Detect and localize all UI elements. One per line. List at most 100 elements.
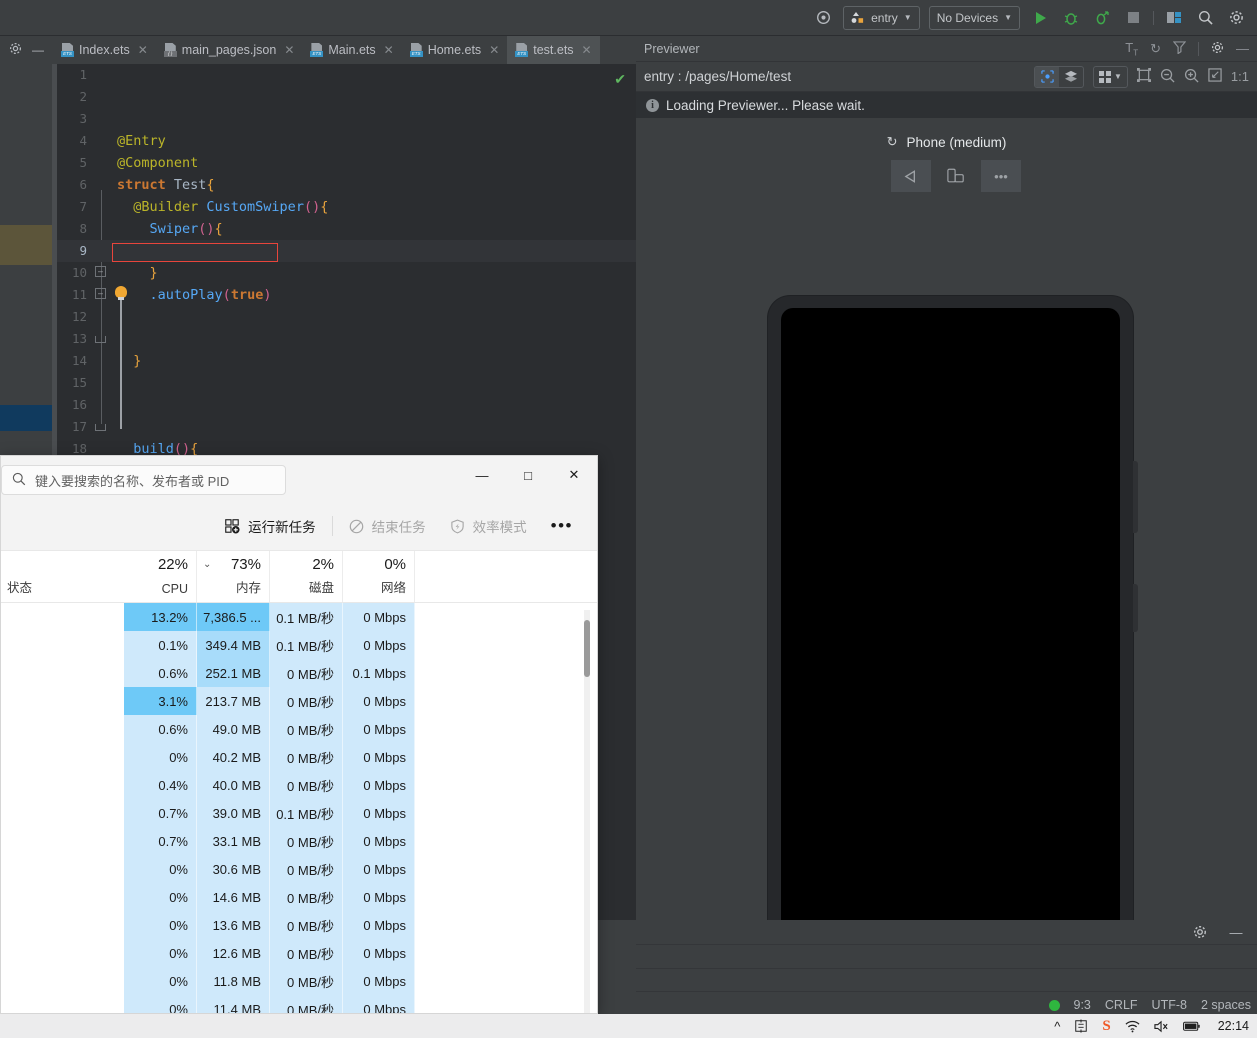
table-row[interactable]: 0.7% 39.0 MB 0.1 MB/秒 0 Mbps [1,799,597,827]
run-new-task-button[interactable]: 运行新任务 [213,511,328,541]
table-vertical-scrollbar[interactable] [584,610,590,1013]
close-button[interactable]: ✕ [551,456,597,494]
orientation-icon[interactable] [936,160,976,192]
ime-icon[interactable] [1074,1019,1088,1033]
inspector-icon[interactable] [1035,66,1059,87]
close-icon[interactable]: ✕ [582,43,592,57]
volume-muted-icon[interactable] [1154,1020,1169,1033]
cell-filler [415,743,597,771]
gear-icon[interactable] [1189,921,1211,943]
table-row[interactable]: 0.1% 349.4 MB 0.1 MB/秒 0 Mbps [1,631,597,659]
table-row[interactable]: 3.1% 213.7 MB 0 MB/秒 0 Mbps [1,687,597,715]
chevron-up-icon[interactable]: ^ [1054,1019,1060,1034]
cell-cpu: 0.7% [124,799,197,827]
gear-icon[interactable] [1211,41,1224,57]
layers-icon[interactable] [1059,67,1083,87]
task-manager-search[interactable]: 键入要搜索的名称、发布者或 PID [1,465,286,495]
select-frame-icon[interactable] [1136,68,1151,85]
efficiency-mode-button[interactable]: 效率模式 [438,511,539,541]
table-body[interactable]: 13.2% 7,386.5 ... 0.1 MB/秒 0 Mbps 0.1% 349.4 … [1,603,597,1013]
table-row[interactable]: 0% 11.8 MB 0 MB/秒 0 Mbps [1,967,597,995]
task-manager-window[interactable]: 键入要搜索的名称、发布者或 PID — □ ✕ 运行新任务 结束任务 效率模式 … [0,455,598,1014]
more-options-button[interactable]: ••• [539,516,585,536]
stop-icon[interactable] [1122,7,1144,29]
zoom-level-label[interactable]: 1:1 [1231,69,1249,84]
profile-icon[interactable] [1091,7,1113,29]
settings-icon[interactable] [1225,7,1247,29]
maximize-button[interactable]: □ [505,456,551,494]
table-row[interactable]: 0.6% 49.0 MB 0 MB/秒 0 Mbps [1,715,597,743]
hide-panel-icon[interactable]: — [32,43,44,57]
previewer-canvas[interactable]: ↻ Phone (medium) ••• [636,118,1257,946]
close-icon[interactable]: ✕ [489,43,499,57]
search-icon[interactable] [1194,7,1216,29]
task-manager-table[interactable]: 状态 22% CPU ⌄ 73% 内存 2% 磁盘 0% 网络 13.2% 7,… [1,550,597,1013]
line-separator[interactable]: CRLF [1105,998,1138,1012]
editor-tab-home-ets[interactable]: ETS Home.ets ✕ [402,36,508,64]
table-row[interactable]: 0% 30.6 MB 0 MB/秒 0 Mbps [1,855,597,883]
table-row[interactable]: 0.4% 40.0 MB 0 MB/秒 0 Mbps [1,771,597,799]
caret-position[interactable]: 9:3 [1074,998,1091,1012]
table-row[interactable]: 0% 14.6 MB 0 MB/秒 0 Mbps [1,883,597,911]
table-row[interactable]: 0% 13.6 MB 0 MB/秒 0 Mbps [1,911,597,939]
close-icon[interactable]: ✕ [284,43,294,57]
column-header-network[interactable]: 0% 网络 [343,551,415,602]
code-text: @Entry [117,133,166,149]
minimize-button[interactable]: — [459,456,505,494]
minimize-icon[interactable]: — [1225,921,1247,943]
battery-icon[interactable] [1182,1021,1200,1032]
editor-tab-main-ets[interactable]: ETS Main.ets ✕ [302,36,401,64]
column-header-state[interactable]: 状态 [1,551,124,602]
rotate-left-icon[interactable] [891,160,931,192]
column-label: 网络 [380,581,406,595]
task-manager-titlebar[interactable]: 键入要搜索的名称、发布者或 PID — □ ✕ [1,456,597,502]
refresh-icon[interactable]: ↻ [1150,41,1161,57]
indent-setting[interactable]: 2 spaces [1201,998,1251,1012]
run-icon[interactable] [1029,7,1051,29]
close-icon[interactable]: ✕ [138,43,148,57]
device-manager-icon[interactable] [1163,7,1185,29]
zoom-in-icon[interactable] [1184,68,1199,86]
close-icon[interactable]: ✕ [384,43,394,57]
end-task-button[interactable]: 结束任务 [337,511,438,541]
scrollbar-thumb[interactable] [584,620,590,677]
column-header-cpu[interactable]: 22% CPU [124,551,197,602]
project-settings-icon[interactable] [9,42,22,58]
table-row[interactable]: 0% 40.2 MB 0 MB/秒 0 Mbps [1,743,597,771]
editor-tab-main-pages-json[interactable]: { } main_pages.json ✕ [156,36,303,64]
refresh-icon[interactable]: ↻ [887,134,898,150]
filter-icon[interactable] [1172,40,1187,57]
cell-cpu: 0.7% [124,827,197,855]
column-header-memory[interactable]: ⌄ 73% 内存 [197,551,270,602]
minimize-icon[interactable]: — [1236,41,1249,56]
table-row[interactable]: 0.7% 33.1 MB 0 MB/秒 0 Mbps [1,827,597,855]
previewer-mode-toggle[interactable] [1034,65,1084,88]
table-row[interactable]: 0% 11.4 MB 0 MB/秒 0 Mbps [1,995,597,1013]
file-encoding[interactable]: UTF-8 [1152,998,1187,1012]
grid-layout-icon [1099,70,1111,83]
action-label: 结束任务 [371,520,426,535]
editor-tab-test-ets[interactable]: ETS test.ets ✕ [507,36,600,64]
table-row[interactable]: 0.6% 252.1 MB 0 MB/秒 0.1 Mbps [1,659,597,687]
layout-selector[interactable]: ▼ [1093,65,1128,88]
debug-icon[interactable] [1060,7,1082,29]
taskbar-clock[interactable]: 22:14 [1214,1019,1249,1033]
editor-tab-index-ets[interactable]: ETS Index.ets ✕ [53,36,156,64]
code-line-active[interactable]: 9 [57,240,636,262]
previewer-panel: Previewer TT ↻ — entry : /pages/Home/tes… [636,36,1257,946]
table-row[interactable]: 0% 12.6 MB 0 MB/秒 0 Mbps [1,939,597,967]
run-configuration-selector[interactable]: entry ▼ [843,5,920,30]
more-icon[interactable]: ••• [981,160,1021,192]
sogou-icon[interactable]: S [1102,1018,1110,1035]
device-screen[interactable] [781,308,1120,946]
zoom-out-icon[interactable] [1160,68,1175,86]
cell-filler [415,771,597,799]
wifi-icon[interactable] [1125,1020,1140,1033]
table-row[interactable]: 13.2% 7,386.5 ... 0.1 MB/秒 0 Mbps [1,603,597,631]
fit-screen-icon[interactable] [1208,68,1222,85]
device-selector[interactable]: No Devices ▼ [928,5,1020,30]
column-header-disk[interactable]: 2% 磁盘 [270,551,343,602]
target-icon[interactable] [812,7,834,29]
strip-highlight-olive [0,225,52,265]
text-size-icon[interactable]: TT [1125,40,1138,58]
